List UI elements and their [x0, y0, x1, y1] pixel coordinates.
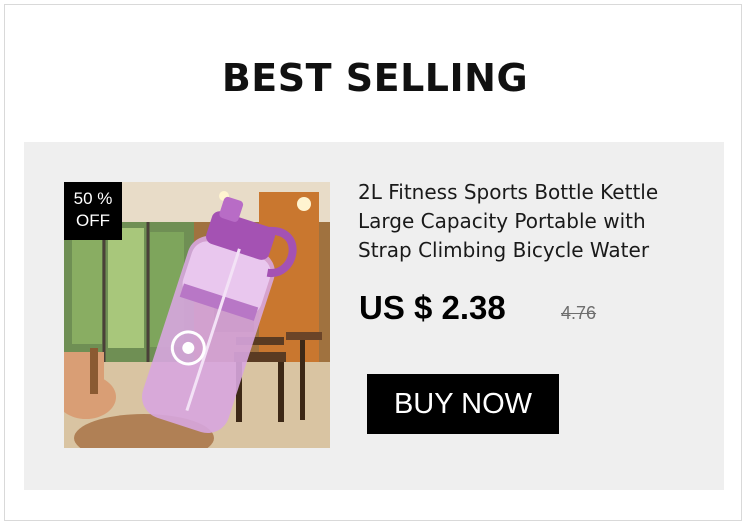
- product-title[interactable]: 2L Fitness Sports Bottle Kettle Large Ca…: [358, 178, 698, 265]
- product-card: 50 % OFF 2L Fitness Sports Bottle Kettle…: [24, 142, 724, 490]
- current-price: US $ 2.38: [359, 289, 506, 326]
- section-heading: BEST SELLING: [215, 56, 535, 104]
- discount-badge: 50 % OFF: [64, 182, 122, 240]
- discount-off-label: OFF: [76, 211, 110, 230]
- discount-percent: 50 %: [73, 189, 113, 208]
- heading-wrapper: BEST SELLING: [0, 56, 750, 104]
- buy-now-button[interactable]: BUY NOW: [367, 374, 559, 434]
- original-price: 4.76: [561, 303, 597, 323]
